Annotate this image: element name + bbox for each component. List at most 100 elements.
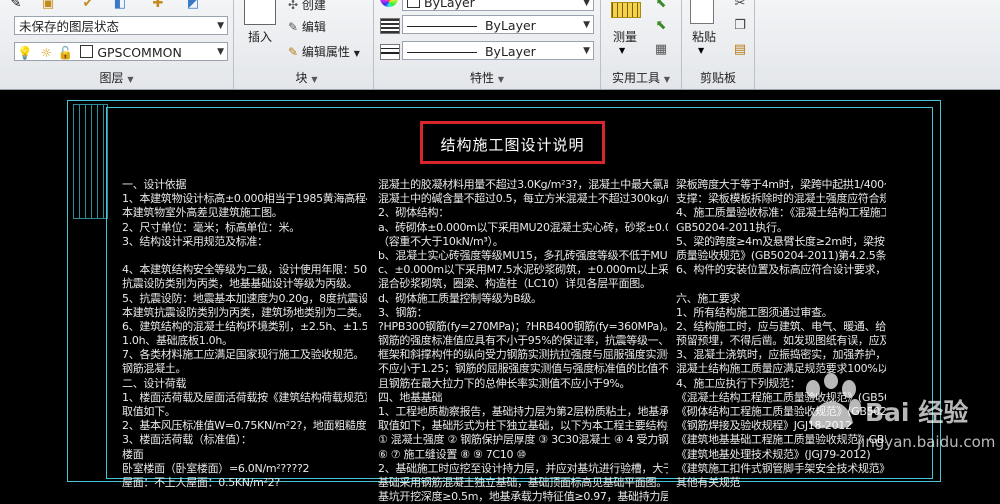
chevron-down-icon[interactable]: ▼ bbox=[217, 43, 224, 62]
note-line: 质量验收规范》(GB50204-2011)第4.2.5条执行。 bbox=[676, 248, 886, 262]
note-line: 2、基础施工时应挖至设计持力层，并应对基坑进行验槽，大于1 的土，应回填级配砂石 bbox=[378, 461, 668, 475]
note-line: 6、建筑结构的混凝土结构环境类别，±2.5h、±1.5h、 bbox=[122, 319, 367, 333]
quick-select-icon[interactable]: ⬉ bbox=[653, 0, 669, 12]
lineweight-combo[interactable]: ByLayer ▼ bbox=[402, 41, 594, 60]
note-line: 不应小于1.25；钢筋的屈服强度实测值与强度标准值的比值不应大于1.3； bbox=[378, 362, 668, 376]
note-line: 2、尺寸单位：毫米；标高单位：米。 bbox=[122, 220, 300, 234]
note-line: 5、抗震设防：地震基本加速度为0.20g，8度抗震设防。 bbox=[122, 291, 367, 305]
chevron-down-icon[interactable]: ▼ bbox=[583, 16, 590, 35]
note-line: 3、结构设计采用规范及标准： bbox=[122, 234, 268, 248]
copy-icon[interactable]: ❐ bbox=[732, 18, 748, 34]
panel-expand-icon[interactable]: ▼ bbox=[127, 75, 133, 84]
edit-block-icon: ✎ bbox=[288, 20, 299, 34]
note-line: 二、设计荷载 bbox=[122, 376, 187, 390]
create-block-label: 创建 bbox=[301, 0, 326, 12]
note-line: 1、楼面活荷载及屋面活荷载按《建筑结构荷载规范》取值。 bbox=[122, 390, 367, 404]
note-line: 2、基本风压标准值W=0.75KN/m²2?，地面粗糙度类别为B类。 bbox=[122, 419, 367, 433]
utilities-panel-title[interactable]: 实用工具 ▼ bbox=[601, 69, 681, 86]
note-line: 基坑开挖深度≥0.5m，地基承载力特征值≥0.97，基础持力层持力层承载力fak… bbox=[378, 490, 668, 504]
edit-attributes-label: 编辑属性 bbox=[301, 45, 350, 59]
note-line: 四、地基基础 bbox=[378, 390, 443, 404]
paste-clipboard-icon[interactable] bbox=[690, 0, 714, 24]
note-line: 支撑：梁板模板拆除时的混凝土强度应符合规范要求：24～25天。 bbox=[676, 192, 886, 206]
note-line: 3、钢筋： bbox=[378, 305, 428, 319]
layer-off-icon[interactable]: ◩ bbox=[185, 0, 201, 12]
chevron-down-icon[interactable]: ▼ bbox=[619, 46, 625, 55]
panel-expand-icon[interactable]: ▼ bbox=[664, 75, 670, 84]
panel-expand-icon[interactable]: ▼ bbox=[498, 75, 504, 84]
create-block-icon: ✣ bbox=[288, 0, 299, 12]
linetype-icon[interactable] bbox=[380, 18, 400, 34]
clipboard-panel: 粘贴 ▼ ✂ ❐ ▤ 剪贴板 bbox=[682, 0, 754, 89]
paste-button[interactable]: 粘贴 bbox=[686, 28, 722, 45]
panel-expand-icon[interactable]: ▼ bbox=[311, 75, 317, 84]
layer-name-value: GPSCOMMON bbox=[97, 45, 182, 60]
create-block-button[interactable]: ✣ 创建 bbox=[288, 0, 326, 13]
layer-state-combo[interactable]: 未保存的图层状态 ▼ bbox=[14, 16, 228, 35]
baidu-paw-icon bbox=[806, 373, 861, 429]
baidu-watermark: Bai 经验 jingyan.baidu.com bbox=[775, 365, 995, 465]
note-line: 卧室楼面（卧室楼面）=6.0N/m²????2 bbox=[122, 461, 310, 475]
lineweight-icon[interactable] bbox=[380, 44, 400, 60]
layer-state-value: 未保存的图层状态 bbox=[19, 19, 120, 34]
insert-button[interactable]: 插入 bbox=[242, 28, 278, 45]
properties-panel-title[interactable]: 特性 ▼ bbox=[374, 69, 600, 86]
note-line: 屋面：不上人屋面：0.5KN/m²2? bbox=[122, 475, 280, 489]
block-panel: 插入 ✣ 创建 ✎ 编辑 ✎ 编辑属性 ▼ 块 ▼ bbox=[234, 0, 379, 89]
block-panel-title[interactable]: 块 ▼ bbox=[234, 69, 379, 86]
note-line: 钢筋的强度标准值应具有不小于95%的保证率，抗震等级一、二、三级框架。 bbox=[378, 334, 668, 348]
properties-panel: ByLayer ▼ ByLayer ▼ ByLayer ▼ 特性 ▼ bbox=[374, 0, 600, 89]
lock-icon[interactable]: 🔓 bbox=[58, 45, 74, 60]
layer-match-icon[interactable]: ▣ bbox=[40, 0, 56, 12]
note-line: ① 混凝土强度 ② 钢筋保护层厚度 ③ 3C30混凝土 ④ 4 受力钢筋 4 ⑤ bbox=[378, 433, 668, 447]
chevron-down-icon[interactable]: ▼ bbox=[354, 49, 360, 58]
notes-column-1: 一、设计依据1、本建筑物设计标高±0.000相当于1985黄海高程43.45米 … bbox=[122, 178, 367, 490]
note-line: 梁板跨度大于等于4m时，梁跨中起拱1/400～3/1000；悬挑构件跨度大于等于… bbox=[676, 178, 886, 191]
note-line: GB50204-2011执行。 bbox=[676, 220, 788, 234]
layers-panel: ✎ ▣ ✔ ◧ ✚ ◩ 未保存的图层状态 ▼ 💡 ☼ 🔓 GPSCOMMON ▼… bbox=[0, 0, 233, 89]
layer-color-swatch[interactable] bbox=[80, 45, 94, 58]
layer-combo[interactable]: 💡 ☼ 🔓 GPSCOMMON ▼ bbox=[14, 42, 228, 61]
color-wheel-icon[interactable] bbox=[380, 0, 398, 7]
edit-attributes-icon: ✎ bbox=[288, 45, 299, 59]
linetype-sample bbox=[407, 26, 477, 27]
notes-column-2: 混凝土的胶凝材料用量不超过3.0Kg/m²3?，混凝土中最大氯离子含量不超过0.… bbox=[378, 178, 668, 504]
measure-ruler-icon[interactable] bbox=[611, 2, 641, 18]
note-line: 框架和斜撑构件的纵向受力钢筋实测抗拉强度与屈服强度实测值的比值 bbox=[378, 348, 668, 362]
chevron-down-icon[interactable]: ▼ bbox=[583, 0, 590, 12]
calculator-icon[interactable]: ▦ bbox=[653, 42, 669, 58]
note-line: 本建筑抗震设防类别为丙类，建筑场地类别为二类。 bbox=[122, 305, 367, 319]
chevron-down-icon[interactable]: ▼ bbox=[698, 46, 704, 55]
color-swatch bbox=[407, 0, 420, 8]
layers-panel-title[interactable]: 图层 ▼ bbox=[0, 69, 233, 86]
layer-tool-icon[interactable]: ✎ bbox=[8, 0, 24, 12]
cut-icon[interactable]: ✂ bbox=[732, 0, 748, 12]
chevron-down-icon[interactable]: ▼ bbox=[583, 42, 590, 61]
lightbulb-icon[interactable]: 💡 bbox=[17, 45, 33, 60]
note-line: 本建筑物室外高差见建筑施工图。 bbox=[122, 206, 283, 220]
color-combo[interactable]: ByLayer ▼ bbox=[402, 0, 594, 11]
note-line: 一、设计依据 bbox=[122, 178, 187, 191]
select-similar-icon[interactable]: ⬉ bbox=[653, 18, 669, 34]
note-line: 抗震设防类别为丙类，地基基础设计等级为丙级。 bbox=[122, 277, 358, 291]
note-line: 取值如下。 bbox=[122, 405, 176, 418]
note-line: 7、各类材料施工应满足国家现行施工及验收规范。 bbox=[122, 348, 365, 362]
sun-icon[interactable]: ☼ bbox=[41, 45, 52, 60]
note-line: 楼面 bbox=[122, 447, 144, 461]
drawing-canvas[interactable]: 结构施工图设计说明 一、设计依据 1、本建筑物设计标高±0.000相当于1985黄… bbox=[0, 90, 1000, 503]
note-line: 且钢筋在最大拉力下的总伸长率实测值不应小于9%。 bbox=[378, 376, 631, 390]
note-line: ?HPB300钢筋(fy=270MPa)；?HRB400钢筋(fy=360MPa… bbox=[378, 319, 668, 333]
measure-button[interactable]: 测量 bbox=[607, 28, 643, 45]
edit-block-button[interactable]: ✎ 编辑 bbox=[288, 18, 326, 35]
layer-iso-icon[interactable]: ◧ bbox=[112, 0, 128, 12]
note-line: a、砖砌体±0.000m以下采用MU20混凝土实心砖，砂浆±0.000m以上采用… bbox=[378, 220, 668, 234]
linetype-combo[interactable]: ByLayer ▼ bbox=[402, 15, 594, 34]
edit-attributes-button[interactable]: ✎ 编辑属性 ▼ bbox=[288, 43, 360, 60]
match-properties-icon[interactable]: ▤ bbox=[732, 42, 748, 58]
layer-change-icon[interactable]: ✔ bbox=[80, 0, 96, 12]
note-line: 1.0h、基础底板1.0h。 bbox=[122, 334, 233, 348]
insert-block-icon[interactable] bbox=[244, 0, 276, 25]
chevron-down-icon[interactable]: ▼ bbox=[217, 17, 224, 36]
note-line: 3、混凝土浇筑时，应振捣密实，加强养护，防止出现裂缝等质量问题。 bbox=[676, 348, 886, 362]
layer-freeze-icon[interactable]: ✚ bbox=[150, 0, 166, 12]
